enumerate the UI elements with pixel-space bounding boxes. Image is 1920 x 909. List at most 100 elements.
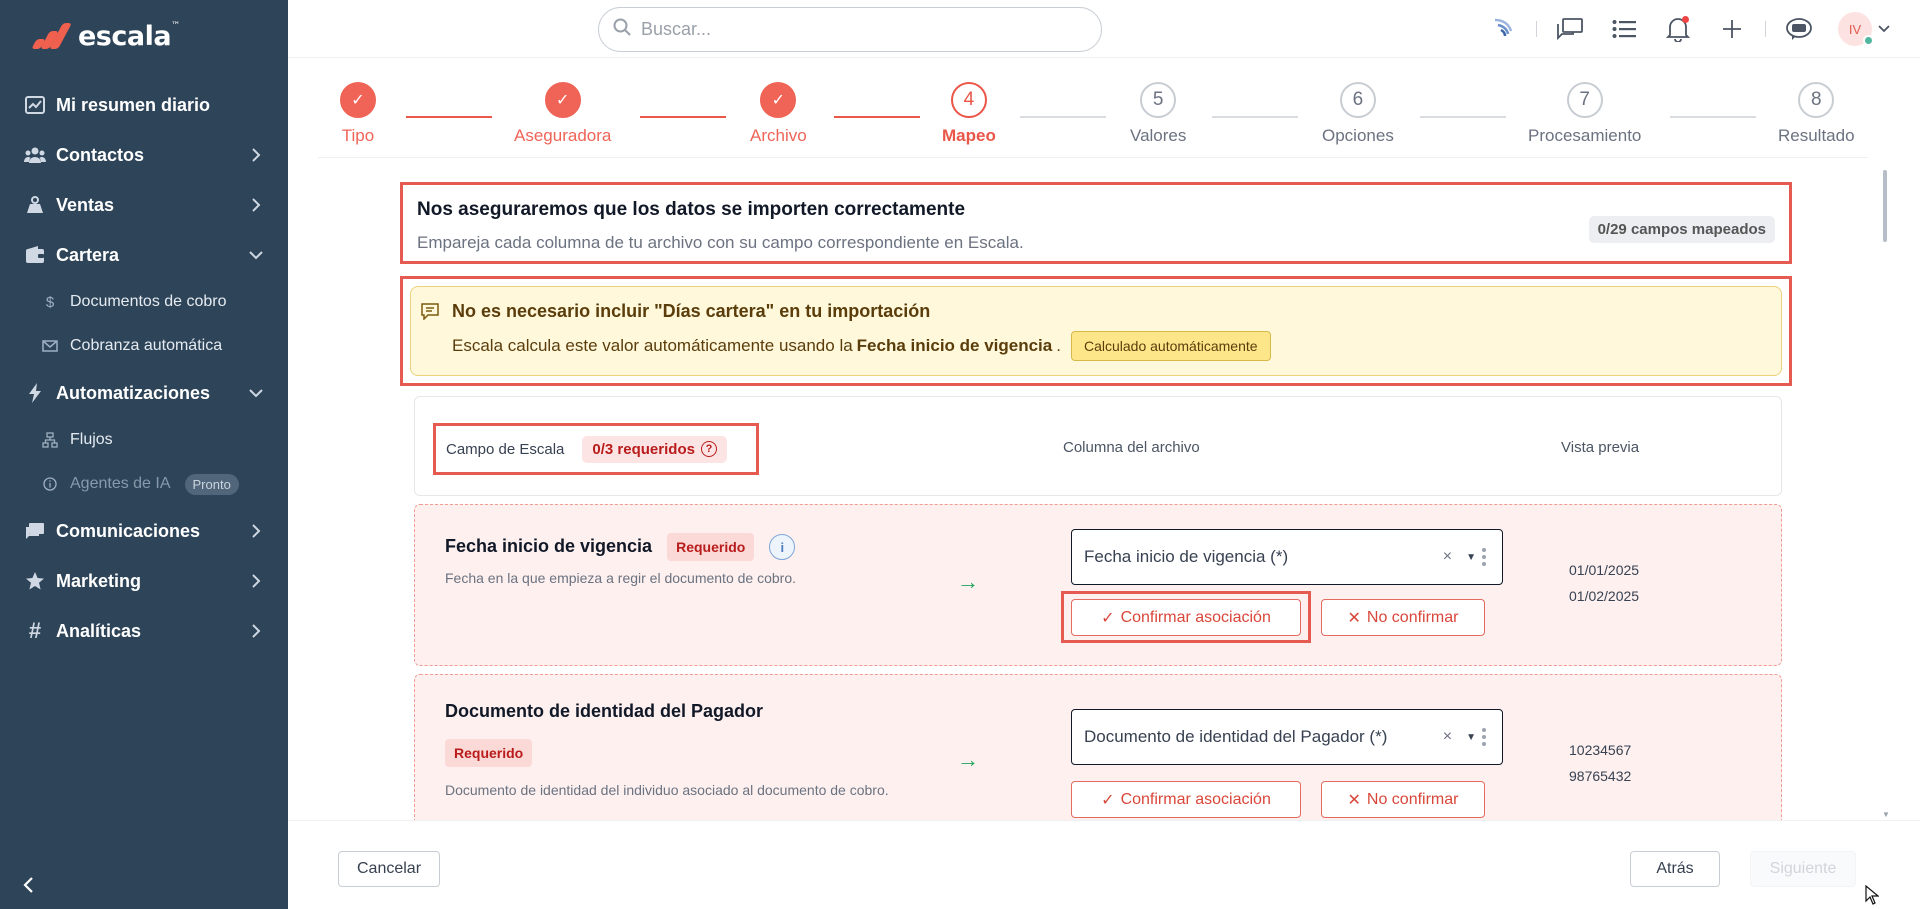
step-connector xyxy=(1670,116,1756,118)
mapping-row: Fecha inicio de vigencia Requerido i Fec… xyxy=(414,504,1782,666)
required-count-badge[interactable]: 0/3 requeridos ? xyxy=(582,435,727,463)
chevron-down-icon xyxy=(246,245,266,265)
reject-association-button[interactable]: ✕ No confirmar xyxy=(1321,599,1485,636)
next-button[interactable]: Siguiente xyxy=(1750,851,1856,887)
sidebar-item-label: Cobranza automática xyxy=(70,337,223,354)
sidebar-item-label: Cartera xyxy=(56,244,120,265)
avatar[interactable]: IV xyxy=(1838,12,1874,46)
search-box[interactable] xyxy=(598,7,1102,52)
step-connector xyxy=(1212,116,1298,118)
confirm-association-button[interactable]: ✓ Confirmar asociación xyxy=(1071,599,1301,636)
field-description: Documento de identidad del individuo aso… xyxy=(445,782,889,798)
hash-icon: # xyxy=(28,618,42,643)
mouse-cursor-icon xyxy=(1865,884,1880,909)
notice-text-before: Escala calcula este valor automáticament… xyxy=(452,336,853,355)
notice-text: Escala calcula este valor automáticament… xyxy=(452,331,1767,361)
clear-selection-icon[interactable]: × xyxy=(1443,548,1452,566)
reject-association-button[interactable]: ✕ No confirmar xyxy=(1321,781,1485,818)
sidebar-item-analiticas[interactable]: # Analíticas xyxy=(0,606,288,656)
sidebar-item-flujos[interactable]: Flujos xyxy=(0,418,288,462)
chevron-right-icon xyxy=(246,521,266,541)
chat-icon[interactable] xyxy=(1551,10,1589,48)
wizard-footer: Cancelar Atrás Siguiente xyxy=(288,820,1920,909)
cancel-button[interactable]: Cancelar xyxy=(338,851,440,887)
search-icon xyxy=(613,18,631,41)
caret-down-icon[interactable]: ▼ xyxy=(1466,732,1476,743)
notice-title: No es necesario incluir "Días cartera" e… xyxy=(452,301,931,321)
step-aseguradora[interactable]: ✓ Aseguradora xyxy=(514,82,611,146)
search-input[interactable] xyxy=(641,19,1081,40)
column-header-field: Campo de Escala xyxy=(446,440,565,458)
mapping-row: Documento de identidad del Pagador Reque… xyxy=(414,674,1782,820)
step-label: Valores xyxy=(1130,126,1187,145)
clear-selection-icon[interactable]: × xyxy=(1443,728,1452,746)
drag-handle-icon[interactable] xyxy=(1482,728,1486,746)
step-number: 6 xyxy=(1339,82,1376,118)
assistant-icon[interactable] xyxy=(1484,10,1522,48)
list-icon[interactable] xyxy=(1605,10,1643,48)
field-title: Fecha inicio de vigencia Requerido i xyxy=(445,533,796,561)
drag-handle-icon[interactable] xyxy=(1482,548,1486,566)
sidebar-item-label: Automatizaciones xyxy=(56,382,211,403)
step-number: 5 xyxy=(1140,82,1177,118)
step-check-icon: ✓ xyxy=(544,82,581,118)
back-button[interactable]: Atrás xyxy=(1630,851,1720,887)
step-archivo[interactable]: ✓ Archivo xyxy=(750,82,807,146)
collapse-sidebar-icon[interactable] xyxy=(16,873,40,897)
mapped-count-badge: 0/29 campos mapeados xyxy=(1588,216,1775,243)
step-label: Resultado xyxy=(1778,126,1855,145)
sidebar-item-contactos[interactable]: Contactos xyxy=(0,130,288,180)
wallet-icon xyxy=(24,244,46,266)
chevron-down-icon[interactable] xyxy=(1878,25,1890,33)
logo-mark-icon xyxy=(30,21,72,51)
plus-icon[interactable] xyxy=(1713,10,1751,48)
sidebar-item-label: Contactos xyxy=(56,144,145,165)
bell-icon[interactable] xyxy=(1659,10,1697,48)
step-tipo[interactable]: ✓ Tipo xyxy=(340,82,376,146)
sidebar-item-comunicaciones[interactable]: Comunicaciones xyxy=(0,506,288,556)
caret-down-icon[interactable]: ▼ xyxy=(1466,552,1476,563)
support-icon[interactable] xyxy=(1780,10,1818,48)
sidebar-item-cartera[interactable]: Cartera xyxy=(0,230,288,280)
chevron-right-icon xyxy=(246,571,266,591)
field-title-text: Fecha inicio de vigencia xyxy=(445,536,653,556)
info-icon[interactable]: i xyxy=(769,534,796,561)
step-procesamiento[interactable]: 7 Procesamiento xyxy=(1528,82,1641,146)
step-mapeo[interactable]: 4 Mapeo xyxy=(942,82,996,146)
step-resultado[interactable]: 8 Resultado xyxy=(1778,82,1855,146)
button-label: Confirmar asociación xyxy=(1120,608,1271,626)
content-scrollbar[interactable] xyxy=(1883,170,1887,242)
sidebar-item-documentos-de-cobro[interactable]: $ Documentos de cobro xyxy=(0,280,288,324)
sidebar-item-cobranza-automatica[interactable]: Cobranza automática xyxy=(0,324,288,368)
confirm-association-button[interactable]: ✓ Confirmar asociación xyxy=(1071,781,1301,818)
step-connector xyxy=(406,116,492,118)
step-label: Aseguradora xyxy=(514,126,612,145)
close-icon: ✕ xyxy=(1347,609,1361,627)
sidebar-item-mi-resumen-diario[interactable]: Mi resumen diario xyxy=(0,80,288,130)
info-icon xyxy=(42,476,58,492)
step-valores[interactable]: 5 Valores xyxy=(1130,82,1186,146)
step-opciones[interactable]: 6 Opciones xyxy=(1322,82,1394,146)
brand-logo[interactable]: escala™ xyxy=(30,18,180,54)
step-check-icon: ✓ xyxy=(760,82,797,118)
step-number: 7 xyxy=(1566,82,1603,118)
topbar: IV xyxy=(288,0,1920,58)
intro-panel: Nos aseguraremos que los datos se import… xyxy=(400,182,1792,264)
sidebar-item-agentes-de-ia: Agentes de IA Pronto xyxy=(0,462,288,506)
sales-icon xyxy=(24,194,46,216)
help-icon[interactable]: ? xyxy=(700,441,717,457)
sidebar-item-automatizaciones[interactable]: Automatizaciones xyxy=(0,368,288,418)
selected-column: Documento de identidad del Pagador (*) xyxy=(1084,727,1388,746)
file-column-select[interactable]: Fecha inicio de vigencia (*) × ▼ xyxy=(1071,529,1503,585)
sidebar-item-label: Marketing xyxy=(56,570,142,591)
intro-title: Nos aseguraremos que los datos se import… xyxy=(417,199,966,220)
sidebar-item-ventas[interactable]: Ventas xyxy=(0,180,288,230)
mail-icon xyxy=(42,338,58,354)
scroll-down-icon[interactable]: ▼ xyxy=(1882,810,1890,819)
notification-dot xyxy=(1682,16,1689,23)
message-icon xyxy=(24,520,46,542)
sidebar-item-marketing[interactable]: Marketing xyxy=(0,556,288,606)
notice-banner: No es necesario incluir "Días cartera" e… xyxy=(410,286,1782,376)
file-column-select[interactable]: Documento de identidad del Pagador (*) ×… xyxy=(1071,709,1503,765)
comment-icon xyxy=(420,302,440,325)
